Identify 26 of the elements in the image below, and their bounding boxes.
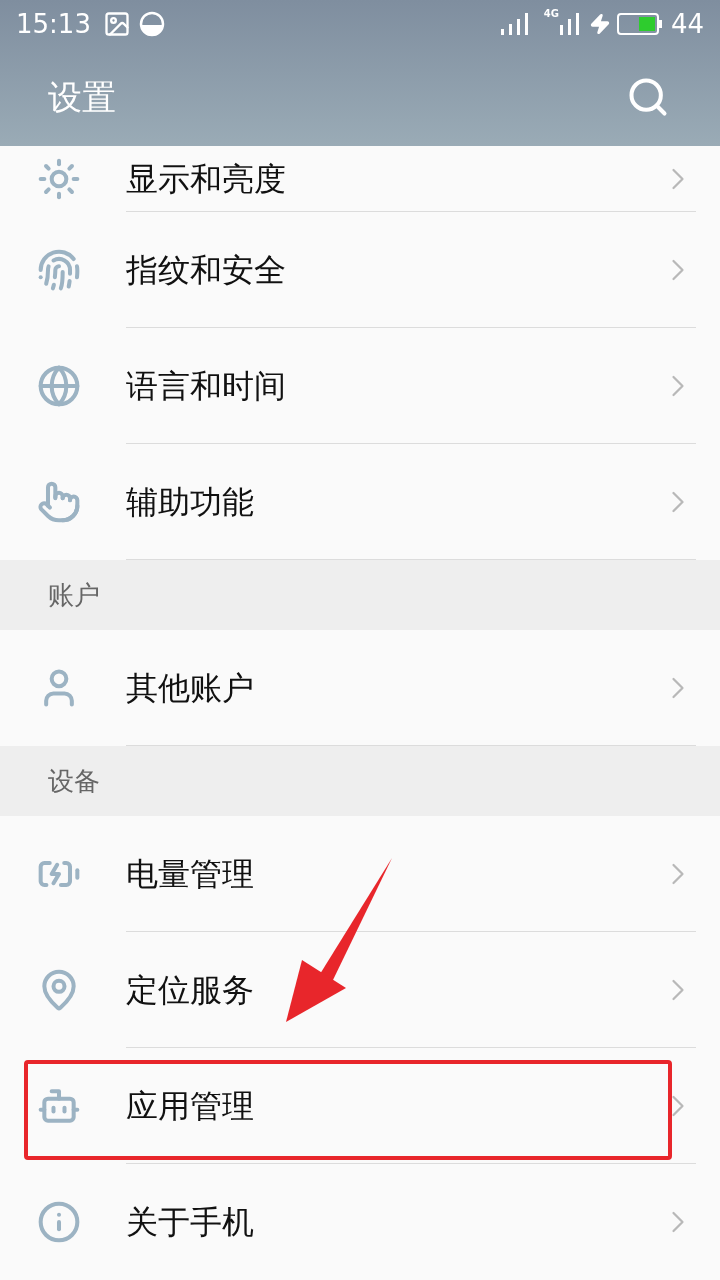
setting-label: 显示和亮度 — [126, 158, 287, 200]
network-type: 4G — [543, 7, 559, 21]
section-header: 设备 — [0, 746, 720, 816]
setting-label: 应用管理 — [126, 1085, 255, 1127]
sun-icon — [37, 157, 81, 201]
setting-label: 辅助功能 — [126, 481, 255, 523]
signal-icon — [558, 11, 581, 37]
picture-icon — [102, 10, 131, 38]
setting-label: 电量管理 — [126, 853, 255, 895]
setting-label: 其他账户 — [126, 667, 255, 709]
search-icon[interactable] — [626, 75, 670, 119]
pointing-hand-icon — [37, 480, 81, 524]
page-title: 设置 — [48, 75, 117, 119]
setting-label: 定位服务 — [126, 969, 255, 1011]
globe-icon — [37, 364, 81, 408]
battery-icon — [616, 12, 663, 36]
fingerprint-icon — [37, 248, 81, 292]
setting-label: 关于手机 — [126, 1202, 255, 1243]
status-time: 15:13 — [16, 7, 91, 41]
section-header: 账户 — [0, 560, 720, 630]
setting-label: 语言和时间 — [126, 365, 287, 407]
half-circle-icon — [138, 11, 165, 37]
setting-label: 指纹和安全 — [126, 249, 287, 291]
info-icon — [37, 1200, 81, 1244]
battery-percent: 44 — [670, 7, 704, 41]
charging-icon — [588, 13, 611, 35]
